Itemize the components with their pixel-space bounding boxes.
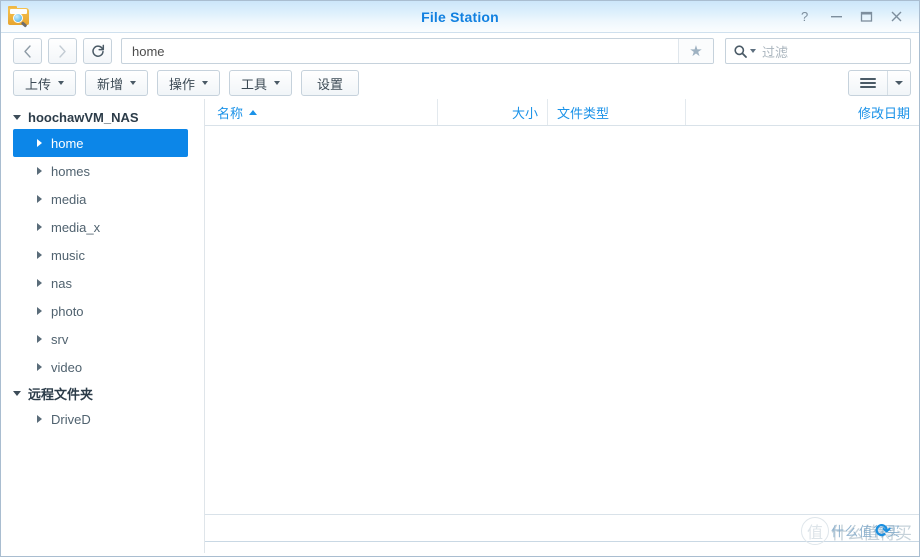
window-controls: ? bbox=[791, 1, 919, 32]
forward-button[interactable] bbox=[48, 38, 77, 64]
sidebar-item-label: music bbox=[51, 247, 85, 263]
tools-button[interactable]: 工具 bbox=[229, 70, 293, 96]
settings-button-label: 设置 bbox=[317, 76, 344, 92]
address-bar[interactable]: home ★ bbox=[121, 38, 714, 64]
main-body: hoochawVM_NAS home homes media media_x m… bbox=[1, 99, 919, 553]
sidebar-section-remote-folders[interactable]: 远程文件夹 bbox=[1, 381, 204, 405]
chevron-down-icon bbox=[895, 81, 903, 85]
window-title: File Station bbox=[421, 8, 499, 25]
column-header-filetype[interactable]: 文件类型 bbox=[548, 99, 686, 125]
search-input[interactable]: 过滤 bbox=[760, 42, 788, 61]
sidebar-item-music[interactable]: music bbox=[13, 241, 188, 269]
content-area: 名称 大小 文件类型 修改日期 值 什么值得买 什么值得买 ⟳ bbox=[205, 99, 919, 553]
column-header-label: 修改日期 bbox=[857, 105, 910, 121]
sidebar-item-home[interactable]: home bbox=[13, 129, 188, 157]
file-list[interactable] bbox=[205, 126, 919, 514]
create-button-label: 新增 bbox=[97, 76, 124, 92]
column-header-label: 名称 bbox=[217, 105, 244, 121]
sidebar-item-media[interactable]: media bbox=[13, 185, 188, 213]
sidebar-item-photo[interactable]: photo bbox=[13, 297, 188, 325]
sidebar-item-video[interactable]: video bbox=[13, 353, 188, 381]
chevron-right-icon bbox=[37, 335, 42, 343]
sidebar-item-drived[interactable]: DriveD bbox=[13, 405, 188, 433]
sidebar-item-label: homes bbox=[51, 163, 91, 179]
sort-ascending-icon bbox=[249, 109, 258, 115]
minimize-icon[interactable] bbox=[821, 4, 851, 30]
chevron-right-icon bbox=[37, 223, 42, 231]
title-bar: File Station ? bbox=[1, 1, 919, 33]
chevron-right-icon bbox=[37, 251, 42, 259]
sidebar-item-label: nas bbox=[51, 275, 72, 291]
sidebar-item-srv[interactable]: srv bbox=[13, 325, 188, 353]
chevron-down-icon bbox=[13, 114, 21, 120]
sidebar-item-label: media bbox=[51, 191, 87, 207]
chevron-down-icon bbox=[13, 390, 21, 396]
sidebar-root-label: hoochawVM_NAS bbox=[28, 109, 139, 125]
sidebar: hoochawVM_NAS home homes media media_x m… bbox=[1, 99, 205, 553]
search-icon[interactable] bbox=[726, 44, 760, 58]
action-button[interactable]: 操作 bbox=[157, 70, 221, 96]
filter-search-box[interactable]: 过滤 bbox=[725, 38, 911, 64]
folder-search-icon bbox=[8, 5, 30, 28]
help-icon[interactable]: ? bbox=[791, 4, 821, 30]
tools-button-label: 工具 bbox=[241, 76, 268, 92]
chevron-right-icon bbox=[37, 307, 42, 315]
chevron-right-icon bbox=[37, 363, 42, 371]
chevron-down-icon bbox=[130, 81, 137, 85]
close-icon[interactable] bbox=[881, 4, 911, 30]
column-header-size[interactable]: 大小 bbox=[438, 99, 548, 125]
maximize-icon[interactable] bbox=[851, 4, 881, 30]
chevron-right-icon bbox=[37, 167, 42, 175]
settings-button[interactable]: 设置 bbox=[301, 70, 360, 96]
upload-button-label: 上传 bbox=[25, 76, 52, 92]
svg-text:?: ? bbox=[801, 10, 808, 23]
list-view-icon[interactable] bbox=[849, 71, 887, 95]
chevron-right-icon bbox=[37, 415, 42, 423]
upload-button[interactable]: 上传 bbox=[13, 70, 77, 96]
sidebar-section-label: 远程文件夹 bbox=[28, 386, 94, 402]
chevron-right-icon bbox=[37, 279, 42, 287]
chevron-down-icon bbox=[58, 81, 65, 85]
sidebar-item-nas[interactable]: nas bbox=[13, 269, 188, 297]
toolbar: 上传 新增 操作 工具 设置 bbox=[1, 67, 919, 99]
sidebar-item-label: DriveD bbox=[51, 411, 91, 427]
view-mode-group bbox=[848, 70, 911, 96]
sidebar-item-label: video bbox=[51, 359, 83, 375]
address-input[interactable]: home bbox=[122, 39, 678, 63]
sidebar-item-media-x[interactable]: media_x bbox=[13, 213, 188, 241]
column-header-modified-date[interactable]: 修改日期 bbox=[686, 99, 919, 125]
chevron-right-icon bbox=[37, 139, 42, 147]
status-bar bbox=[205, 514, 919, 542]
navigation-bar: home ★ 过滤 bbox=[1, 33, 919, 67]
column-header-label: 大小 bbox=[511, 105, 538, 121]
chevron-down-icon bbox=[202, 81, 209, 85]
action-button-label: 操作 bbox=[169, 76, 196, 92]
sidebar-item-homes[interactable]: homes bbox=[13, 157, 188, 185]
bottom-padding bbox=[205, 542, 919, 553]
chevron-right-icon bbox=[37, 195, 42, 203]
column-header-label: 文件类型 bbox=[557, 105, 610, 121]
sidebar-item-label: media_x bbox=[51, 219, 101, 235]
sidebar-item-label: srv bbox=[51, 331, 69, 347]
view-options-dropdown[interactable] bbox=[887, 71, 910, 95]
create-button[interactable]: 新增 bbox=[85, 70, 149, 96]
sidebar-item-label: photo bbox=[51, 303, 84, 319]
file-station-window: File Station ? home ★ 过滤 上传 新增 操作 工具 设置 … bbox=[0, 0, 920, 557]
column-header-name[interactable]: 名称 bbox=[217, 99, 438, 125]
refresh-button[interactable] bbox=[83, 38, 112, 64]
sidebar-root-hoochawvm-nas[interactable]: hoochawVM_NAS bbox=[1, 105, 204, 129]
chevron-down-icon bbox=[274, 81, 281, 85]
chevron-down-icon[interactable] bbox=[750, 49, 756, 53]
star-icon[interactable]: ★ bbox=[678, 39, 713, 63]
sidebar-item-label: home bbox=[51, 135, 84, 151]
column-headers: 名称 大小 文件类型 修改日期 bbox=[205, 99, 919, 126]
back-button[interactable] bbox=[13, 38, 42, 64]
